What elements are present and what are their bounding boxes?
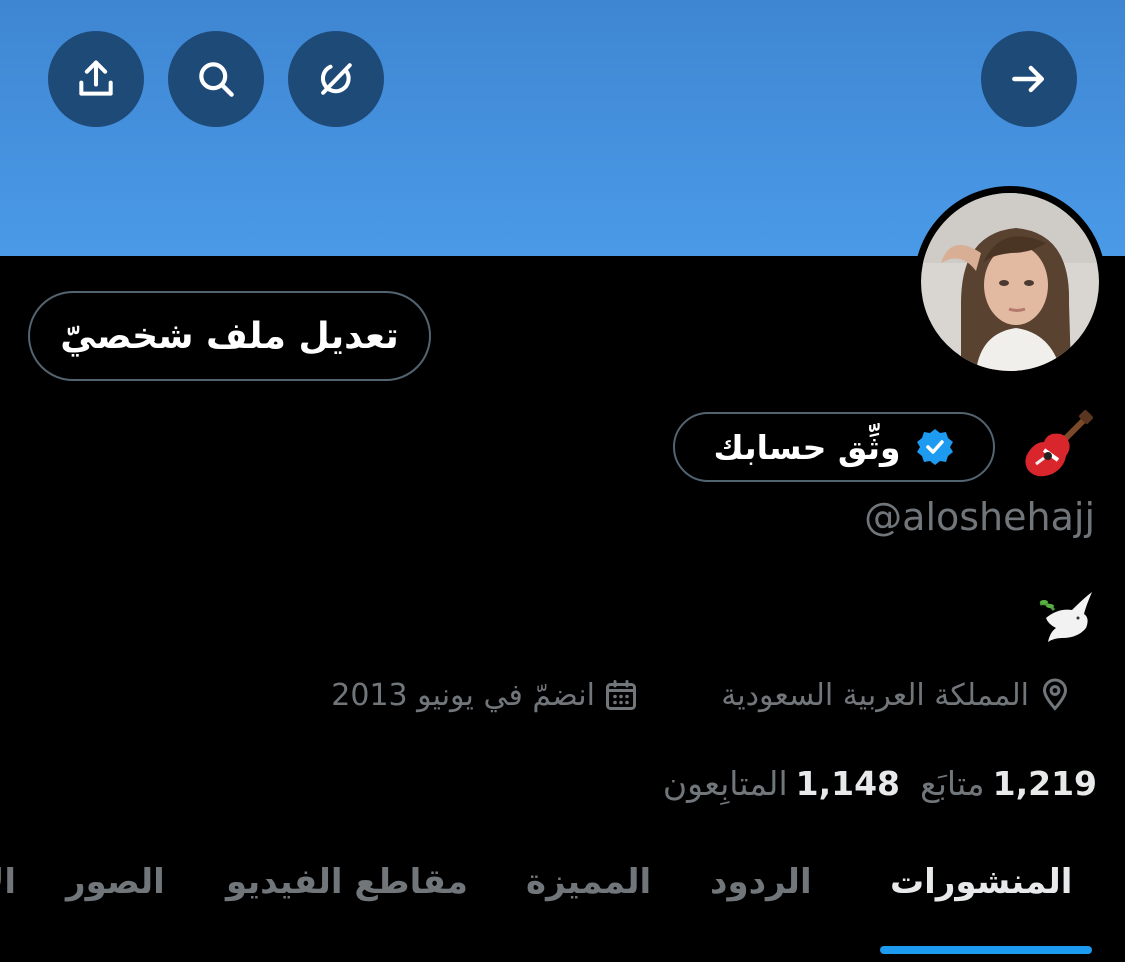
tab-posts[interactable]: المنشورات bbox=[890, 862, 1072, 914]
share-upload-icon bbox=[79, 60, 113, 96]
profile-tabs: المنشورات الردود المميزة مقاطع الفيديو ا… bbox=[0, 840, 1125, 962]
following-count: 1,219 bbox=[992, 763, 1097, 803]
location-text: المملكة العربية السعودية bbox=[721, 677, 1029, 713]
tab-highlights[interactable]: المميزة bbox=[526, 862, 651, 914]
profile-page: تعديل ملف شخصيّ وثِّق حسابك @aloshehajj … bbox=[0, 0, 1125, 962]
profile-location: المملكة العربية السعودية bbox=[721, 668, 1073, 722]
verify-account-label: وثِّق حسابك bbox=[713, 427, 901, 467]
profile-joined-date: انضمّ في يونيو 2013 bbox=[331, 668, 639, 722]
followers-label: المتابِعون bbox=[662, 763, 788, 803]
active-tab-indicator bbox=[880, 946, 1092, 954]
dove-emoji-icon bbox=[1039, 592, 1092, 642]
guitar-emoji-icon bbox=[1025, 410, 1093, 477]
grok-icon bbox=[320, 63, 352, 95]
followers-count: 1,148 bbox=[795, 763, 900, 803]
tab-likes[interactable]: الإعجابات bbox=[0, 862, 16, 914]
tab-videos[interactable]: مقاطع الفيديو bbox=[226, 862, 468, 914]
edit-profile-button[interactable]: تعديل ملف شخصيّ bbox=[28, 291, 431, 381]
avatar[interactable] bbox=[914, 186, 1106, 378]
joined-text: انضمّ في يونيو 2013 bbox=[331, 677, 595, 713]
following-link[interactable]: 1,219 متابَع bbox=[920, 755, 1097, 811]
search-button[interactable] bbox=[168, 31, 264, 127]
verified-badge-icon bbox=[916, 429, 953, 465]
arrow-right-icon bbox=[1012, 65, 1045, 93]
grok-button[interactable] bbox=[288, 31, 384, 127]
search-icon bbox=[199, 62, 234, 97]
calendar-icon bbox=[606, 680, 636, 710]
user-handle: @aloshehajj bbox=[864, 495, 1095, 539]
tab-photos[interactable]: الصور bbox=[66, 862, 165, 914]
verify-account-button[interactable]: وثِّق حسابك bbox=[673, 412, 995, 482]
location-pin-icon bbox=[1042, 678, 1068, 711]
back-button[interactable] bbox=[981, 31, 1077, 127]
avatar-image bbox=[921, 193, 1099, 371]
share-button[interactable] bbox=[48, 31, 144, 127]
following-label: متابَع bbox=[920, 763, 985, 803]
tab-replies[interactable]: الردود bbox=[710, 862, 812, 914]
followers-link[interactable]: 1,148 المتابِعون bbox=[663, 755, 900, 811]
